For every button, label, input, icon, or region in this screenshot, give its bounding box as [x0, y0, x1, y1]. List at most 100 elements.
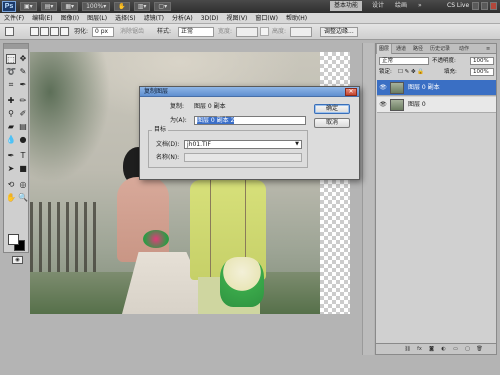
quick-select-icon[interactable]: ✎	[18, 67, 28, 77]
eye-icon[interactable]: 👁	[379, 101, 387, 109]
workspace-more[interactable]: »	[418, 1, 422, 11]
opacity-input[interactable]: 100%	[470, 57, 494, 65]
clone-stamp-icon[interactable]: ⚲	[6, 109, 16, 119]
foreground-color-swatch[interactable]	[8, 234, 19, 245]
lasso-tool-icon[interactable]: ➰	[6, 67, 16, 77]
healing-brush-icon[interactable]: ✚	[6, 96, 16, 106]
refine-edge-button[interactable]: 调整边缘...	[320, 27, 358, 37]
add-selection-icon[interactable]	[40, 27, 49, 36]
maximize-icon[interactable]	[481, 2, 488, 10]
tab-layers[interactable]: 图层	[376, 44, 393, 54]
dodge-tool-icon[interactable]: ●	[18, 135, 28, 145]
tab-actions[interactable]: 动作	[457, 44, 471, 54]
height-label: 高度:	[272, 28, 287, 35]
new-selection-icon[interactable]	[30, 27, 39, 36]
fill-input[interactable]: 100%	[470, 68, 494, 76]
document-select[interactable]: jh01.TIF ▼	[184, 140, 302, 149]
3d-orbit-icon[interactable]: ◎	[18, 180, 28, 190]
eyedropper-icon[interactable]: ✒	[18, 80, 28, 90]
menu-analysis[interactable]: 分析(A)	[168, 13, 197, 24]
menu-edit[interactable]: 编辑(E)	[28, 13, 56, 24]
layer-thumbnail	[390, 99, 404, 111]
tab-channels[interactable]: 通道	[394, 44, 408, 54]
tools-panel-grip[interactable]	[4, 44, 28, 49]
shape-tool-icon[interactable]: ■	[18, 164, 28, 174]
bride-bouquet-image-region	[143, 230, 169, 248]
menu-view[interactable]: 视图(V)	[223, 13, 252, 24]
as-name-input[interactable]: 图层 0 副本 2	[194, 116, 306, 125]
rectangular-marquee-icon[interactable]: ⬚	[6, 54, 16, 64]
brush-tool-icon[interactable]: ✏	[18, 96, 28, 106]
style-select[interactable]: 正常	[178, 27, 214, 37]
document-label: 文档(D):	[156, 141, 180, 148]
blur-tool-icon[interactable]: 💧	[6, 135, 16, 145]
menu-select[interactable]: 选择(S)	[111, 13, 140, 24]
link-layers-icon[interactable]: ⛓	[404, 346, 411, 353]
lock-icons[interactable]: ☐ ✎ ✥ 🔒	[398, 67, 438, 77]
panel-menu-icon[interactable]: ≡	[484, 44, 492, 54]
feather-input[interactable]: 0 px	[92, 27, 114, 37]
lock-label: 锁定:	[379, 69, 392, 75]
dialog-close-icon[interactable]: ✕	[345, 88, 357, 96]
ok-button[interactable]: 确定	[314, 104, 350, 114]
new-group-icon[interactable]: ▭	[452, 346, 459, 353]
eraser-tool-icon[interactable]: ▰	[6, 122, 16, 132]
height-input[interactable]	[290, 27, 312, 37]
cancel-button[interactable]: 取消	[314, 118, 350, 128]
workspace-design[interactable]: 设计	[372, 1, 384, 11]
layer-style-icon[interactable]: fx	[416, 346, 423, 353]
bride-top-image-region	[117, 177, 169, 262]
name-input[interactable]	[184, 153, 302, 162]
intersect-selection-icon[interactable]	[60, 27, 69, 36]
type-tool-icon[interactable]: T	[18, 151, 28, 161]
flower-basket-image-region	[220, 257, 264, 307]
pen-tool-icon[interactable]: ✒	[6, 151, 16, 161]
layer-mask-icon[interactable]: ◙	[428, 346, 435, 353]
menu-help[interactable]: 帮助(H)	[282, 13, 311, 24]
arrange-documents-button[interactable]: ▥▾	[133, 2, 151, 11]
workspace-painting[interactable]: 绘画	[395, 1, 407, 11]
zoom-level-button[interactable]: 100%▾	[82, 2, 111, 11]
crop-tool-icon[interactable]: ⌗	[6, 80, 16, 90]
subtract-selection-icon[interactable]	[50, 27, 59, 36]
tab-history[interactable]: 历史记录	[428, 44, 452, 54]
menu-filter[interactable]: 滤镜(T)	[140, 13, 168, 24]
layer-row[interactable]: 👁 图层 0	[377, 97, 496, 113]
minibridge-button[interactable]: ▤▾	[40, 2, 58, 11]
screen-mode-button[interactable]: ▢▾	[154, 2, 172, 11]
move-tool-icon[interactable]: ✥	[18, 54, 28, 64]
bridge-button[interactable]: ▣▾	[20, 2, 37, 11]
menu-image[interactable]: 图像(I)	[57, 13, 83, 24]
close-icon[interactable]	[490, 2, 497, 10]
swap-dimensions-icon[interactable]	[260, 27, 269, 36]
tab-paths[interactable]: 路径	[411, 44, 425, 54]
hand-tool-button[interactable]: ✋	[114, 2, 130, 11]
history-brush-icon[interactable]: ✐	[18, 109, 28, 119]
workspace-essentials[interactable]: 基本功能	[330, 1, 363, 11]
hand-tool-icon[interactable]: ✋	[6, 193, 16, 203]
zoom-tool-icon[interactable]: 🔍	[18, 193, 28, 203]
gradient-tool-icon[interactable]: ▤	[18, 122, 28, 132]
opacity-label: 不透明度:	[432, 58, 456, 64]
menu-window[interactable]: 窗口(W)	[251, 13, 282, 24]
quick-mask-icon[interactable]: ◉	[12, 256, 23, 264]
antialias-checkbox[interactable]: 消除锯齿	[120, 28, 144, 36]
menu-layer[interactable]: 图层(L)	[83, 13, 111, 24]
layer-name: 图层 0 副本	[408, 84, 440, 91]
3d-rotate-icon[interactable]: ⟲	[6, 180, 16, 190]
menu-file[interactable]: 文件(F)	[0, 13, 28, 24]
panel-dock-strip[interactable]	[362, 43, 374, 355]
layer-row[interactable]: 👁 图层 0 副本	[377, 80, 496, 96]
width-input[interactable]	[236, 27, 258, 37]
view-extras-button[interactable]: ▦▾	[61, 2, 79, 11]
adjustment-layer-icon[interactable]: ◐	[440, 346, 447, 353]
blend-mode-select[interactable]: 正常	[379, 57, 429, 65]
new-layer-icon[interactable]: ▢	[464, 346, 471, 353]
path-select-icon[interactable]: ➤	[6, 164, 16, 174]
menu-3d[interactable]: 3D(D)	[197, 13, 223, 24]
delete-layer-icon[interactable]: 🗑	[476, 346, 483, 353]
minimize-icon[interactable]	[472, 2, 479, 10]
cs-live-button[interactable]: CS Live	[447, 1, 469, 11]
marquee-preset-icon[interactable]	[5, 27, 14, 36]
eye-icon[interactable]: 👁	[379, 84, 387, 92]
